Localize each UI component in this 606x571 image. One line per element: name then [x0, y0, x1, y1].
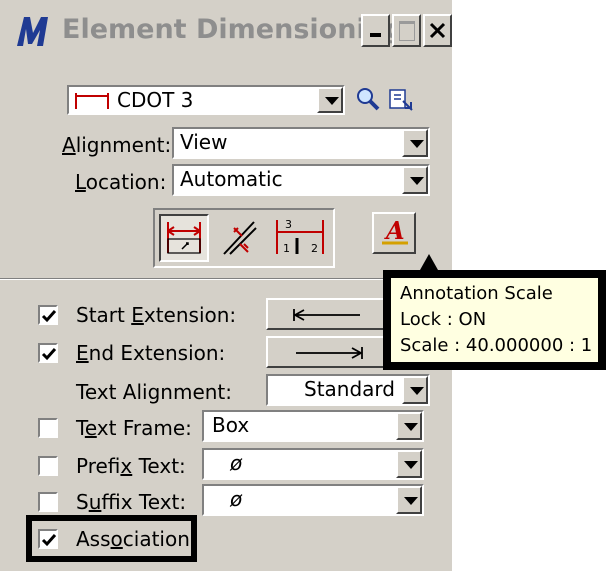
location-label: Location: [75, 170, 167, 194]
end-extension-label: End Extension: [76, 341, 226, 365]
minimize-icon [370, 33, 381, 37]
end-extension-checkbox[interactable] [38, 343, 58, 363]
close-button[interactable] [423, 14, 452, 47]
dimension-angle-tool-icon[interactable] [220, 218, 260, 258]
start-extension-checkbox[interactable] [38, 305, 58, 325]
microstation-m-icon [17, 17, 48, 46]
prefix-text-label: Prefix Text: [76, 454, 186, 478]
dimension-tools-group: 3 1 2 [153, 208, 335, 268]
checkmark-icon [41, 310, 57, 323]
annotation-scale-icon: A [382, 217, 408, 245]
text-alignment-combo[interactable]: Standard [266, 374, 430, 406]
tooltip-title: Annotation Scale [400, 283, 553, 304]
chevron-down-icon[interactable] [396, 486, 422, 514]
chevron-down-icon[interactable] [402, 129, 428, 157]
suffix-text-combo[interactable]: ø [202, 484, 424, 516]
annotation-scale-button[interactable]: A [372, 212, 416, 254]
dimension-element-tool[interactable] [159, 214, 209, 262]
chevron-down-icon[interactable] [396, 450, 422, 478]
tooltip-scale: Scale : 40.000000 : 1 [400, 335, 593, 356]
dimension-ordinate-tool-icon[interactable]: 3 1 2 [273, 216, 329, 260]
end-extension-terminator-button[interactable] [266, 336, 386, 368]
text-frame-combo[interactable]: Box [202, 410, 424, 442]
svg-text:1: 1 [283, 242, 290, 255]
text-frame-value: Box [212, 413, 250, 437]
search-icon[interactable] [355, 86, 381, 112]
checkmark-icon [41, 348, 57, 361]
suffix-text-label: Suffix Text: [76, 490, 187, 514]
dimension-style-combo[interactable]: CDOT 3 [67, 85, 345, 115]
tooltip-lock: Lock : ON [400, 309, 487, 330]
prefix-text-checkbox[interactable] [38, 456, 58, 476]
text-frame-checkbox[interactable] [38, 418, 58, 438]
minimize-button[interactable] [361, 14, 390, 47]
edit-style-icon[interactable] [387, 86, 415, 114]
svg-text:2: 2 [311, 242, 318, 255]
start-extension-label: Start Extension: [76, 303, 237, 327]
svg-text:A: A [384, 217, 405, 245]
svg-text:3: 3 [285, 218, 292, 231]
text-alignment-label: Text Alignment: [76, 380, 233, 404]
suffix-text-value: ø [230, 487, 243, 511]
prefix-text-combo[interactable]: ø [202, 448, 424, 480]
suffix-text-checkbox[interactable] [38, 492, 58, 512]
text-alignment-value: Standard [304, 377, 395, 401]
arrow-right-terminator-icon [296, 347, 363, 359]
annotation-scale-tooltip: Annotation Scale Lock : ON Scale : 40.00… [383, 270, 606, 370]
dimension-element-icon [167, 222, 201, 254]
dimension-style-value: CDOT 3 [117, 88, 194, 112]
chevron-down-icon[interactable] [396, 412, 422, 440]
association-highlight-box [26, 515, 197, 562]
chevron-down-icon[interactable] [402, 376, 428, 404]
prefix-text-value: ø [230, 451, 243, 475]
arrow-left-terminator-icon [293, 309, 360, 321]
alignment-label: Alignment: [62, 133, 172, 157]
alignment-value: View [180, 130, 228, 154]
text-frame-label: Text Frame: [76, 416, 192, 440]
tooltip-pointer [420, 254, 438, 270]
window-title: Element Dimensioning [62, 14, 405, 45]
chevron-down-icon[interactable] [402, 166, 428, 194]
dimension-style-icon [75, 93, 109, 109]
location-combo[interactable]: Automatic [172, 164, 430, 196]
location-value: Automatic [180, 167, 283, 191]
maximize-icon [399, 21, 415, 41]
alignment-combo[interactable]: View [172, 127, 430, 159]
close-icon [429, 22, 446, 39]
chevron-down-icon[interactable] [317, 87, 343, 113]
start-extension-terminator-button[interactable] [266, 298, 386, 330]
maximize-button[interactable] [392, 14, 421, 47]
